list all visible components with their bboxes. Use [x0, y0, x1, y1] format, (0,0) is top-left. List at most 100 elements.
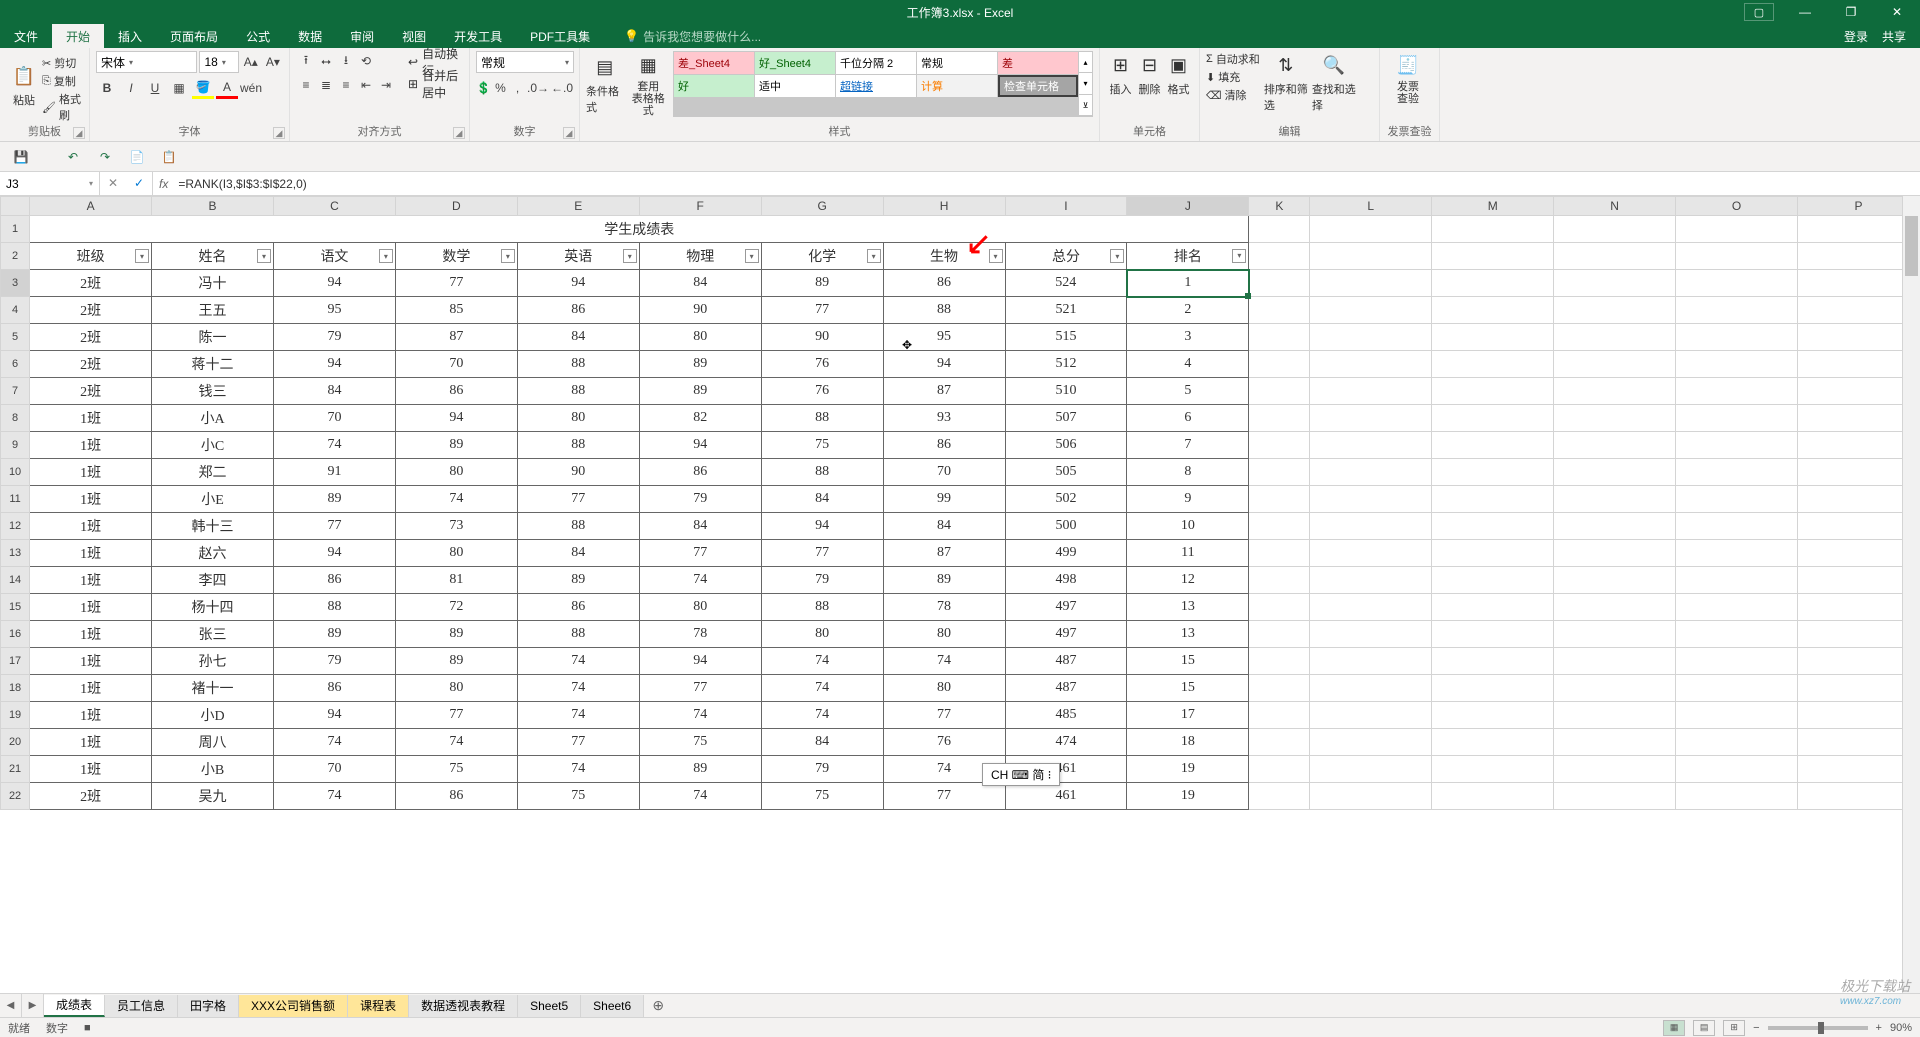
data-cell[interactable]: 孙七 [152, 648, 274, 675]
row-header[interactable]: 18 [1, 675, 30, 702]
data-cell[interactable]: 84 [761, 486, 883, 513]
sheet-tab[interactable]: 数据透视表教程 [409, 995, 518, 1017]
data-cell[interactable]: 94 [395, 405, 517, 432]
align-middle-icon[interactable]: ⭤ [316, 51, 336, 71]
row-header[interactable]: 9 [1, 432, 30, 459]
empty-cell[interactable] [1310, 243, 1432, 270]
qat-open-button[interactable]: 📋 [158, 146, 180, 168]
data-cell[interactable]: 79 [639, 486, 761, 513]
data-cell[interactable]: 1班 [30, 540, 152, 567]
data-cell[interactable]: 74 [273, 783, 395, 810]
data-cell[interactable]: 小A [152, 405, 274, 432]
maximize-button[interactable]: ❐ [1828, 0, 1874, 24]
column-header[interactable]: K [1249, 197, 1310, 216]
zoom-slider[interactable] [1768, 1026, 1868, 1030]
empty-cell[interactable] [1249, 567, 1310, 594]
filter-dropdown-icon[interactable]: ▾ [745, 249, 759, 263]
data-cell[interactable]: 487 [1005, 648, 1127, 675]
data-cell[interactable]: 王五 [152, 297, 274, 324]
data-cell[interactable]: 94 [273, 351, 395, 378]
empty-cell[interactable] [1249, 783, 1310, 810]
data-cell[interactable]: 89 [395, 648, 517, 675]
fill-button[interactable]: ⬇填充 [1206, 69, 1260, 85]
data-cell[interactable]: 8 [1127, 459, 1249, 486]
empty-cell[interactable] [1676, 297, 1798, 324]
data-cell[interactable]: 73 [395, 513, 517, 540]
sheet-nav-next[interactable]: ▶ [22, 994, 44, 1017]
data-cell[interactable]: 小E [152, 486, 274, 513]
empty-cell[interactable] [1249, 486, 1310, 513]
empty-cell[interactable] [1310, 270, 1432, 297]
data-cell[interactable]: 17 [1127, 702, 1249, 729]
empty-cell[interactable] [1554, 243, 1676, 270]
data-cell[interactable]: 1班 [30, 729, 152, 756]
sheet-tab[interactable]: Sheet5 [518, 995, 581, 1017]
data-cell[interactable]: 70 [273, 405, 395, 432]
empty-cell[interactable] [1432, 324, 1554, 351]
row-header[interactable]: 13 [1, 540, 30, 567]
style-cell[interactable]: 超链接 [836, 75, 916, 97]
style-cell[interactable]: 常规 [917, 52, 997, 74]
empty-cell[interactable] [1554, 675, 1676, 702]
style-cell[interactable]: 适中 [755, 75, 835, 97]
ribbon-tab-9[interactable]: PDF工具集 [516, 24, 604, 48]
data-cell[interactable]: 89 [883, 567, 1005, 594]
sheet-tab[interactable]: 田字格 [178, 995, 239, 1017]
enter-formula-icon[interactable]: ✓ [126, 172, 152, 194]
data-cell[interactable]: 80 [395, 675, 517, 702]
empty-cell[interactable] [1432, 648, 1554, 675]
number-format-combo[interactable]: 常规▾ [476, 51, 574, 73]
row-header[interactable]: 17 [1, 648, 30, 675]
merge-center-button[interactable]: ⊞合并后居中 [404, 73, 463, 95]
login-link[interactable]: 登录 [1844, 28, 1868, 45]
data-cell[interactable]: 86 [273, 675, 395, 702]
data-cell[interactable]: 1 [1127, 270, 1249, 297]
data-cell[interactable]: 485 [1005, 702, 1127, 729]
column-filter-header[interactable]: 排名▾ [1127, 243, 1249, 270]
sheet-tab[interactable]: 员工信息 [105, 995, 178, 1017]
clipboard-dialog-launcher[interactable]: ◢ [73, 127, 85, 139]
close-button[interactable]: ✕ [1874, 0, 1920, 24]
share-button[interactable]: 共享 [1882, 28, 1906, 45]
row-header[interactable]: 21 [1, 756, 30, 783]
align-bottom-icon[interactable]: ⭳ [336, 51, 356, 71]
empty-cell[interactable] [1249, 405, 1310, 432]
data-cell[interactable]: 1班 [30, 675, 152, 702]
data-cell[interactable]: 小D [152, 702, 274, 729]
row-header[interactable]: 6 [1, 351, 30, 378]
data-cell[interactable]: 86 [883, 270, 1005, 297]
row-header[interactable]: 16 [1, 621, 30, 648]
data-cell[interactable]: 86 [639, 459, 761, 486]
data-cell[interactable]: 499 [1005, 540, 1127, 567]
filter-dropdown-icon[interactable]: ▾ [1232, 249, 1246, 263]
empty-cell[interactable] [1249, 621, 1310, 648]
data-cell[interactable]: 1班 [30, 513, 152, 540]
data-cell[interactable]: 94 [639, 648, 761, 675]
filter-dropdown-icon[interactable]: ▾ [257, 249, 271, 263]
column-header[interactable]: L [1310, 197, 1432, 216]
percent-format-icon[interactable]: % [493, 77, 508, 99]
data-cell[interactable]: 74 [273, 729, 395, 756]
empty-cell[interactable] [1310, 513, 1432, 540]
format-painter-button[interactable]: 🖌格式刷 [42, 91, 83, 123]
data-cell[interactable]: 86 [395, 783, 517, 810]
data-cell[interactable]: 李四 [152, 567, 274, 594]
data-cell[interactable]: 1班 [30, 621, 152, 648]
data-cell[interactable]: 80 [883, 621, 1005, 648]
data-cell[interactable]: 18 [1127, 729, 1249, 756]
data-cell[interactable]: 77 [761, 297, 883, 324]
data-cell[interactable]: 74 [639, 567, 761, 594]
data-cell[interactable]: 86 [517, 297, 639, 324]
data-cell[interactable]: 506 [1005, 432, 1127, 459]
empty-cell[interactable] [1676, 513, 1798, 540]
data-cell[interactable]: 94 [883, 351, 1005, 378]
empty-cell[interactable] [1554, 783, 1676, 810]
data-cell[interactable]: 15 [1127, 648, 1249, 675]
empty-cell[interactable] [1249, 324, 1310, 351]
ribbon-tab-0[interactable]: 文件 [0, 24, 52, 48]
data-cell[interactable]: 500 [1005, 513, 1127, 540]
alignment-dialog-launcher[interactable]: ◢ [453, 127, 465, 139]
data-cell[interactable]: 89 [639, 351, 761, 378]
format-cells-button[interactable]: ▣格式 [1164, 51, 1193, 97]
data-cell[interactable]: 2 [1127, 297, 1249, 324]
